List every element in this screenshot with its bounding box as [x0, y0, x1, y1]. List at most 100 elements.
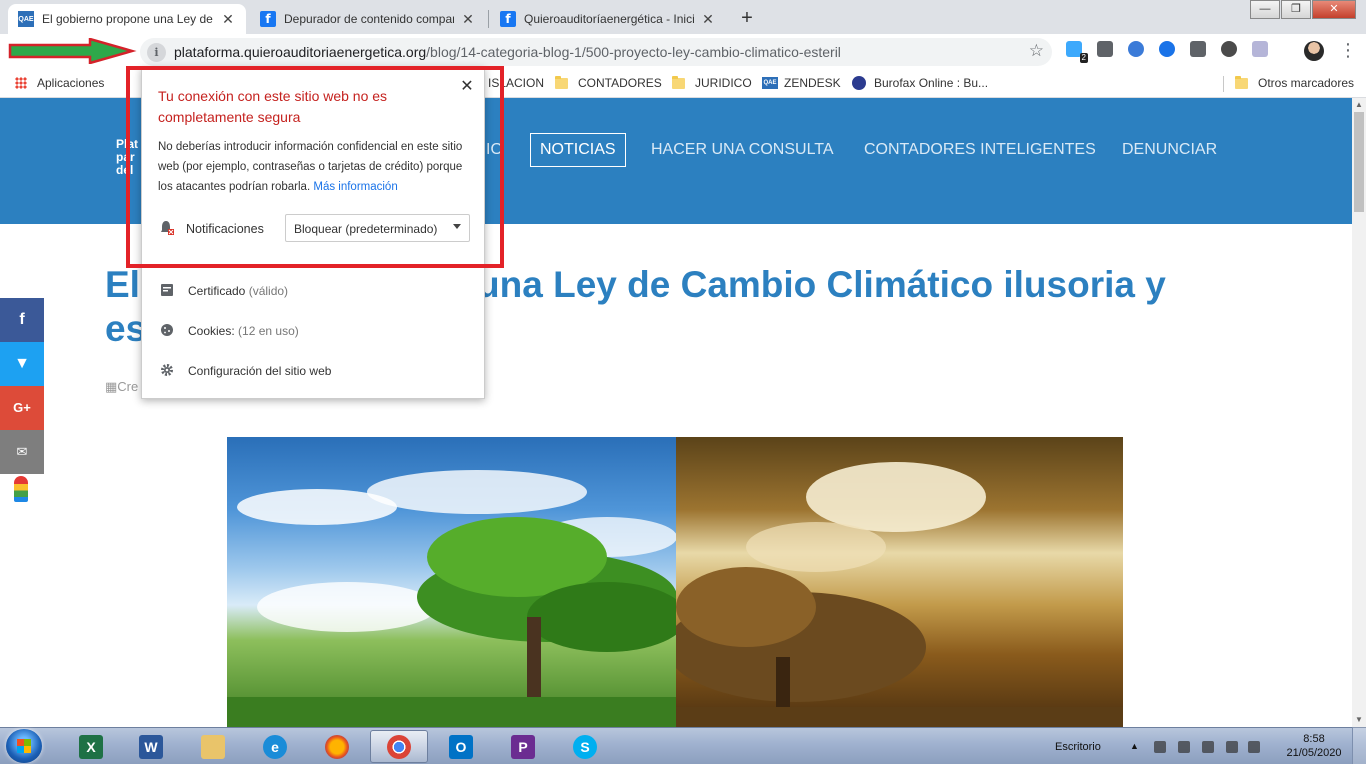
bookmarks-divider	[1223, 76, 1224, 92]
taskbar-outlook[interactable]: O	[432, 730, 490, 763]
clock-date: 21/05/2020	[1286, 747, 1342, 759]
bookmark-other[interactable]: Otros marcadores	[1235, 75, 1354, 90]
tab-title: Quieroauditoríaenergética - Inicio	[524, 12, 694, 26]
internet-explorer-icon: e	[263, 734, 287, 759]
extensions-area: 2	[1066, 41, 1283, 63]
parrot-icon[interactable]	[14, 476, 28, 502]
scroll-down-icon[interactable]: ▼	[1352, 713, 1366, 727]
bookmark-apps[interactable]: Aplicaciones	[15, 76, 104, 90]
certificate-item[interactable]: Certificado (válido)	[158, 276, 470, 304]
scroll-thumb[interactable]	[1354, 112, 1364, 212]
bookmark-star-icon[interactable]: ☆	[1029, 41, 1044, 61]
folder-explorer-icon	[201, 734, 225, 759]
twitter-share-button[interactable]: ▼	[0, 342, 44, 386]
cookies-label: Cookies:	[188, 324, 235, 338]
article-meta: ▦Cre	[105, 379, 139, 394]
bookmark-ext-icon[interactable]	[1159, 41, 1175, 57]
google-plus-share-button[interactable]: G+	[0, 386, 44, 430]
certificate-label: Certificado	[188, 284, 246, 298]
puzzle-icon[interactable]	[1097, 41, 1113, 57]
maximize-button[interactable]: ❐	[1281, 0, 1311, 19]
url-text[interactable]: plataforma.quieroauditoriaenergetica.org…	[174, 44, 841, 60]
tab-close-icon[interactable]: ✕	[700, 11, 716, 28]
profile-avatar[interactable]	[1304, 41, 1324, 61]
bookmark-juridico[interactable]: JURIDICO	[672, 75, 752, 90]
tab-quieroauditoria[interactable]: f Quieroauditoríaenergética - Inicio ✕	[490, 4, 726, 34]
site-settings-label: Configuración del sitio web	[188, 364, 332, 378]
nav-item-denunciar[interactable]: DENUNCIAR	[1122, 141, 1217, 159]
taskbar-pdf[interactable]: P	[494, 730, 552, 763]
tab-close-icon[interactable]: ✕	[220, 11, 236, 28]
qae-favicon-icon: QAE	[762, 77, 778, 89]
device-tray-icon[interactable]	[1202, 741, 1214, 753]
tray-expand-icon[interactable]: ▲	[1130, 741, 1139, 751]
folder-icon	[1235, 75, 1248, 89]
menu-dots-icon[interactable]: ⋮	[1339, 40, 1357, 60]
tab-separator	[488, 10, 489, 28]
gear-icon	[161, 364, 173, 376]
tab-active[interactable]: QAE El gobierno propone una Ley de ✕	[8, 4, 246, 34]
sync-tray-icon[interactable]	[1178, 741, 1190, 753]
start-button[interactable]	[6, 729, 42, 763]
clock-time: 8:58	[1303, 733, 1325, 745]
apps-grid-icon	[15, 77, 27, 89]
facebook-share-button[interactable]: f	[0, 298, 44, 342]
network-signal-icon[interactable]	[1226, 741, 1238, 753]
social-share-bar: f ▼ G+ ✉	[0, 298, 44, 474]
skype-icon: S	[573, 734, 597, 759]
taskbar-word[interactable]: W	[122, 730, 180, 763]
cookies-item[interactable]: Cookies: (12 en uso)	[158, 316, 470, 344]
bookmark-zendesk[interactable]: QAE ZENDESK	[762, 76, 841, 90]
pdf-app-icon: P	[511, 734, 535, 759]
show-desktop-button[interactable]	[1352, 727, 1366, 764]
vlex-icon[interactable]	[1128, 41, 1144, 57]
site-info-icon[interactable]: i	[147, 43, 166, 62]
scroll-up-icon[interactable]: ▲	[1352, 98, 1366, 112]
red-highlight-annotation	[126, 66, 504, 268]
nav-item-consulta[interactable]: HACER UNA CONSULTA	[651, 141, 834, 159]
certificate-detail: (válido)	[248, 284, 289, 298]
windows-logo-icon	[17, 739, 31, 753]
facebook-favicon-icon: f	[500, 11, 516, 27]
tab-title: Depurador de contenido compar	[284, 12, 454, 26]
extension-counter-icon[interactable]: 2	[1066, 41, 1088, 63]
hero-image-dry-half	[666, 437, 1123, 727]
minimize-button[interactable]: —	[1250, 0, 1280, 19]
nav-item-contadores[interactable]: CONTADORES INTELIGENTES	[864, 141, 1096, 159]
taskbar-firefox[interactable]	[308, 730, 366, 763]
camera-icon[interactable]	[1190, 41, 1206, 57]
taskbar-excel[interactable]: X	[62, 730, 120, 763]
address-bar[interactable]: i plataforma.quieroauditoriaenergetica.o…	[140, 38, 1052, 66]
taskbar-skype[interactable]: S	[556, 730, 614, 763]
firefox-icon	[325, 734, 349, 759]
taskbar-chrome[interactable]	[370, 730, 428, 763]
tab-close-icon[interactable]: ✕	[460, 11, 476, 28]
dry-tree-illustration	[666, 462, 1123, 727]
new-tab-button[interactable]: +	[735, 8, 759, 30]
page-scrollbar[interactable]: ▲ ▼	[1352, 98, 1366, 727]
taskbar-clock[interactable]: 8:58 21/05/2020	[1284, 727, 1344, 764]
folder-icon	[672, 75, 685, 89]
excel-icon: X	[79, 734, 103, 759]
desktop-toolbar-label[interactable]: Escritorio	[1055, 741, 1101, 753]
taskbar-ie[interactable]: e	[246, 730, 304, 763]
pdf-ext-icon[interactable]	[1252, 41, 1268, 57]
flag-tray-icon[interactable]	[1154, 741, 1166, 753]
cookies-detail: (12 en uso)	[238, 324, 299, 338]
nav-item-noticias[interactable]: NOTICIAS	[530, 133, 626, 167]
bookmark-contadores[interactable]: CONTADORES	[555, 75, 662, 90]
hero-image-green-half	[227, 437, 687, 727]
email-share-button[interactable]: ✉	[0, 430, 44, 474]
certificate-icon	[161, 284, 173, 296]
folder-icon	[555, 75, 568, 89]
taskbar-explorer[interactable]	[184, 730, 242, 763]
film-icon[interactable]	[1221, 41, 1237, 57]
volume-icon[interactable]	[1248, 741, 1260, 753]
bookmark-burofax[interactable]: Burofax Online : Bu...	[852, 76, 988, 90]
green-tree-illustration	[227, 470, 687, 727]
close-window-button[interactable]: ✕	[1312, 0, 1356, 19]
tab-depurador[interactable]: f Depurador de contenido compar ✕	[250, 4, 486, 34]
site-settings-item[interactable]: Configuración del sitio web	[158, 356, 470, 384]
extension-badge: 2	[1079, 53, 1088, 63]
green-arrow-annotation-icon	[8, 38, 137, 64]
